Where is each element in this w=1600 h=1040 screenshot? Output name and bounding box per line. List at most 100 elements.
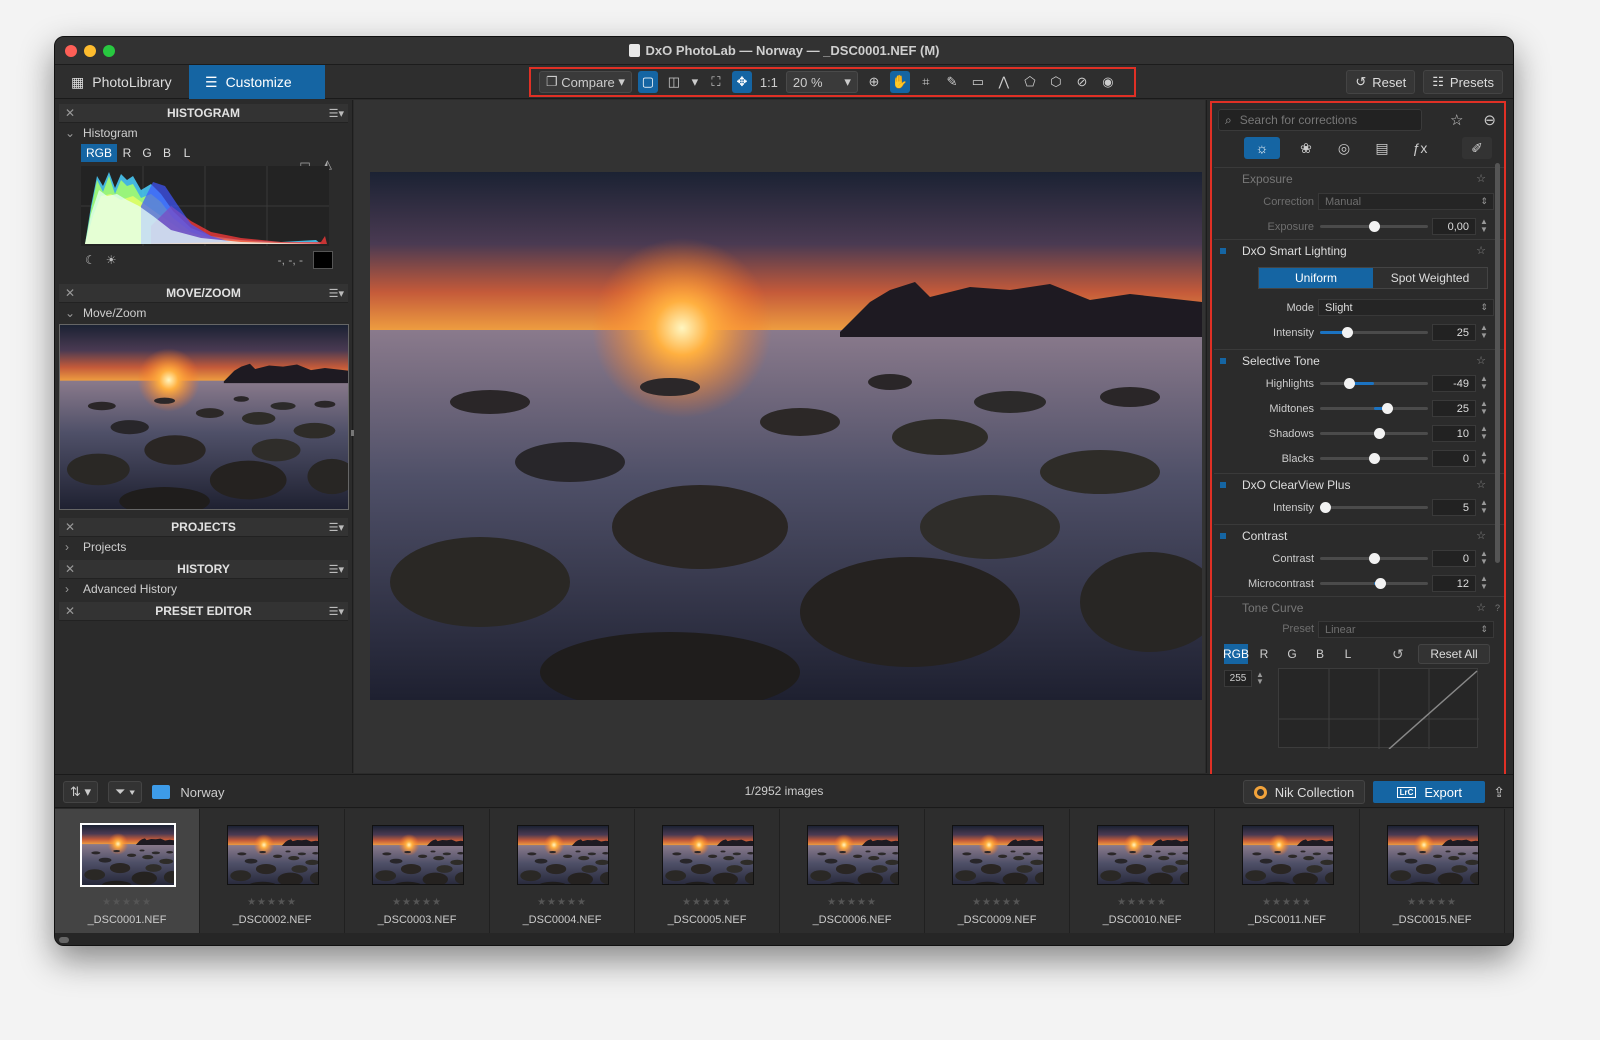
curve-channel-b[interactable]: B	[1308, 644, 1332, 664]
hand-tool-button[interactable]: ✋	[889, 71, 910, 93]
history-subheader[interactable]: › Advanced History	[55, 579, 352, 598]
crop-tool-button[interactable]: ⌗	[916, 71, 936, 93]
rating-stars[interactable]: ★★★★★	[1070, 897, 1214, 908]
contrast-slider[interactable]	[1320, 553, 1428, 564]
curve-channel-l[interactable]: L	[1336, 644, 1360, 664]
stepper-icon[interactable]: ▲ ▼	[1256, 671, 1264, 686]
channel-g[interactable]: G	[137, 144, 157, 162]
microcontrast-value[interactable]: 12	[1432, 575, 1476, 592]
curve-channel-rgb[interactable]: RGB	[1223, 644, 1249, 664]
filmstrip-item[interactable]: ★★★★★ _DSC0005.NEF	[635, 809, 780, 933]
nik-collection-button[interactable]: Nik Collection	[1242, 780, 1366, 804]
rating-stars[interactable]: ★★★★★	[1360, 897, 1504, 908]
star-icon[interactable]: ☆	[1476, 244, 1486, 257]
thumbnail-image[interactable]	[1097, 825, 1189, 885]
zoom-select[interactable]: 20 % ▾	[785, 71, 858, 93]
thumbnail-image[interactable]	[807, 825, 899, 885]
detail-category-button[interactable]: ◎	[1332, 137, 1356, 159]
rating-stars[interactable]: ★★★★★	[925, 897, 1069, 908]
stepper-icon[interactable]: ▲ ▼	[1480, 324, 1488, 340]
smart-lighting-mode-select[interactable]: Slight ⇕	[1318, 299, 1494, 316]
star-icon[interactable]: ☆	[1450, 111, 1463, 129]
histogram-panel-header[interactable]: ✕ HISTOGRAM ☰▾	[59, 104, 348, 123]
move-button[interactable]: ✥	[731, 71, 752, 93]
star-icon[interactable]: ☆	[1476, 354, 1486, 367]
moon-icon[interactable]: ☾	[85, 253, 96, 267]
main-photo[interactable]	[370, 172, 1202, 700]
help-icon[interactable]: ?	[1495, 603, 1500, 613]
highlights-slider[interactable]	[1320, 378, 1428, 389]
star-icon[interactable]: ☆	[1476, 529, 1486, 542]
tone-curve-preset-select[interactable]: Linear ⇕	[1318, 621, 1494, 638]
clearview-header[interactable]: DxO ClearView Plus ☆ ?	[1214, 473, 1504, 495]
panel-menu-icon[interactable]: ☰▾	[329, 605, 344, 618]
filmstrip-item[interactable]: ★★★★★ _DSC0004.NEF	[490, 809, 635, 933]
star-icon[interactable]: ☆	[1476, 478, 1486, 491]
preset-editor-panel-header[interactable]: ✕ PRESET EDITOR ☰▾	[59, 602, 348, 621]
stepper-icon[interactable]: ▲ ▼	[1480, 425, 1488, 441]
stepper-icon[interactable]: ▲ ▼	[1480, 499, 1488, 515]
auto-correct-button[interactable]: ✐	[1462, 137, 1492, 159]
curve-channel-r[interactable]: R	[1252, 644, 1276, 664]
contrast-header[interactable]: Contrast ☆ ?	[1214, 524, 1504, 546]
rating-stars[interactable]: ★★★★★	[635, 897, 779, 908]
one-to-one-button[interactable]: 1:1	[758, 71, 780, 93]
repair-tool-button[interactable]: ⊘	[1072, 71, 1092, 93]
tone-curve-header[interactable]: Tone Curve ☆ ?	[1214, 596, 1504, 618]
smart-lighting-header[interactable]: DxO Smart Lighting ☆ ?	[1214, 239, 1504, 261]
light-category-button[interactable]: ☼	[1244, 137, 1280, 159]
movezoom-subheader[interactable]: ⌄ Move/Zoom	[55, 303, 352, 322]
reset-button[interactable]: ↺ Reset	[1346, 70, 1416, 94]
filmstrip-item[interactable]: ★★★★★ _DSC0011.NEF	[1215, 809, 1360, 933]
channel-r[interactable]: R	[117, 144, 137, 162]
scroll-thumb[interactable]	[59, 937, 69, 943]
local-adjust-button[interactable]: ⬠	[1020, 71, 1040, 93]
single-view-button[interactable]: ▢	[637, 71, 658, 93]
filmstrip-item[interactable]: ★★★★★ _DSC0001.NEF	[55, 809, 200, 933]
slider-knob[interactable]	[1369, 221, 1380, 232]
exposure-toggle[interactable]	[1220, 174, 1234, 184]
compare-button[interactable]: ❐ Compare ▾	[539, 71, 632, 93]
highlights-value[interactable]: -49	[1432, 375, 1476, 392]
exposure-correction-select[interactable]: Manual ⇕	[1318, 193, 1494, 210]
slider-knob[interactable]	[1375, 578, 1387, 589]
tone-curve-toggle[interactable]	[1220, 603, 1234, 613]
stepper-icon[interactable]: ▲ ▼	[1480, 218, 1488, 234]
rating-stars[interactable]: ★★★★★	[490, 897, 634, 908]
midtones-value[interactable]: 25	[1432, 400, 1476, 417]
undo-icon[interactable]: ↺	[1392, 646, 1404, 663]
filmstrip-item[interactable]: ★★★★★ _DSC0006.NEF	[780, 809, 925, 933]
filmstrip-scrollbar[interactable]	[55, 933, 1513, 945]
tone-curve-graph[interactable]	[1278, 668, 1479, 750]
clearview-intensity-value[interactable]: 5	[1432, 499, 1476, 516]
exposure-slider[interactable]	[1320, 221, 1428, 232]
channel-b[interactable]: B	[157, 144, 177, 162]
search-input[interactable]	[1239, 113, 1410, 127]
channel-l[interactable]: L	[177, 144, 197, 162]
fit-screen-button[interactable]: ⛶	[706, 71, 726, 93]
selective-tone-toggle[interactable]	[1220, 356, 1234, 366]
curve-level-value[interactable]: 255	[1224, 670, 1252, 687]
contrast-value[interactable]: 0	[1432, 550, 1476, 567]
filmstrip-item[interactable]: ★★★★★ _DSC0002.NEF	[200, 809, 345, 933]
thumbnail-image[interactable]	[1387, 825, 1479, 885]
panel-menu-icon[interactable]: ☰▾	[329, 107, 344, 120]
image-viewer[interactable]	[351, 100, 1205, 773]
left-panel-splitter[interactable]	[351, 430, 354, 436]
thumbnail-image[interactable]	[952, 825, 1044, 885]
clearview-toggle[interactable]	[1220, 480, 1234, 490]
close-icon[interactable]: ✕	[65, 604, 75, 618]
projects-panel-header[interactable]: ✕ PROJECTS ☰▾	[59, 518, 348, 537]
masks-button[interactable]: ⬡	[1046, 71, 1066, 93]
thumbnail-image[interactable]	[80, 823, 176, 887]
shadows-slider[interactable]	[1320, 428, 1428, 439]
toggle-icon[interactable]: ⊖	[1483, 111, 1496, 129]
panel-menu-icon[interactable]: ☰▾	[329, 521, 344, 534]
close-window-button[interactable]	[65, 45, 77, 57]
navigator-thumbnail[interactable]	[59, 324, 349, 510]
slider-knob[interactable]	[1369, 553, 1380, 564]
shadows-value[interactable]: 10	[1432, 425, 1476, 442]
contrast-toggle[interactable]	[1220, 531, 1234, 541]
spot-weighted-button[interactable]: Spot Weighted	[1373, 268, 1487, 288]
filmstrip-item[interactable]: ★★★★★ _DSC0015.NEF	[1360, 809, 1505, 933]
